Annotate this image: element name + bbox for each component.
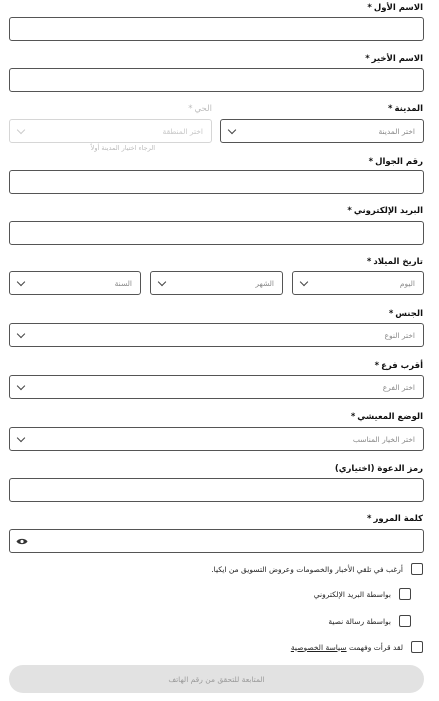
district-placeholder: اختر المنطقة bbox=[162, 127, 203, 136]
chevron-down-icon bbox=[16, 277, 26, 287]
birth-month-placeholder: الشهر bbox=[255, 279, 274, 288]
by-sms-row[interactable]: بواسطة رسالة نصية bbox=[328, 614, 411, 628]
chevron-down-icon bbox=[16, 433, 26, 443]
privacy-checkbox[interactable] bbox=[411, 641, 423, 653]
gender-placeholder: اختر النوع bbox=[384, 331, 416, 340]
living-select[interactable]: اختر الخيار المناسب bbox=[9, 427, 424, 451]
last-name-input[interactable] bbox=[9, 68, 424, 92]
district-hint: الرجاء اختيار المدينة أولاً bbox=[90, 144, 155, 152]
chevron-down-icon bbox=[227, 125, 237, 135]
district-select[interactable]: اختر المنطقة bbox=[9, 119, 212, 143]
living-placeholder: اختر الخيار المناسب bbox=[352, 435, 415, 444]
chevron-down-icon bbox=[157, 277, 167, 287]
city-placeholder: اختر المدينة bbox=[378, 127, 415, 136]
news-opt-in-label: أرغب في تلقي الأخبار والخصومات وعروض الت… bbox=[211, 564, 403, 574]
birth-year-placeholder: السنة bbox=[114, 279, 132, 288]
chevron-down-icon bbox=[16, 381, 26, 391]
by-email-label: بواسطة البريد الإلكتروني bbox=[313, 589, 391, 599]
birthdate-label: تاريخ الميلاد* bbox=[366, 257, 423, 267]
mobile-input[interactable] bbox=[9, 170, 424, 194]
branch-label: أقرب فرع* bbox=[374, 361, 423, 371]
gender-label: الجنس* bbox=[388, 309, 423, 319]
privacy-row[interactable]: لقد قرأت وفهمت سياسة الخصوصية bbox=[291, 640, 423, 654]
living-label: الوضع المعيشي* bbox=[350, 412, 423, 422]
birth-year-select[interactable]: السنة bbox=[9, 271, 141, 295]
birth-day-select[interactable]: اليوم bbox=[292, 271, 424, 295]
email-input[interactable] bbox=[9, 221, 424, 245]
first-name-input[interactable] bbox=[9, 17, 424, 41]
news-opt-in-checkbox[interactable] bbox=[411, 563, 423, 575]
branch-select[interactable]: اختر الفرع bbox=[9, 375, 424, 399]
first-name-label: الاسم الأول* bbox=[367, 3, 423, 13]
birth-month-select[interactable]: الشهر bbox=[150, 271, 283, 295]
news-opt-in-row[interactable]: أرغب في تلقي الأخبار والخصومات وعروض الت… bbox=[211, 562, 423, 576]
password-input[interactable] bbox=[9, 529, 424, 553]
eye-icon[interactable] bbox=[16, 537, 28, 546]
district-label: الحي* bbox=[188, 104, 212, 114]
continue-verify-phone-button[interactable]: المتابعة للتحقق من رقم الهاتف bbox=[9, 665, 424, 693]
last-name-label: الاسم الأخير* bbox=[365, 54, 423, 64]
gender-select[interactable]: اختر النوع bbox=[9, 323, 424, 347]
birth-day-placeholder: اليوم bbox=[399, 279, 415, 288]
chevron-down-icon bbox=[16, 329, 26, 339]
invite-label: رمز الدعوة (اختياري) bbox=[334, 464, 423, 474]
mobile-label: رقم الجوال* bbox=[368, 157, 423, 167]
chevron-down-icon bbox=[16, 125, 26, 135]
city-select[interactable]: اختر المدينة bbox=[220, 119, 424, 143]
by-sms-checkbox[interactable] bbox=[399, 615, 411, 627]
password-label: كلمة المرور* bbox=[367, 514, 423, 524]
by-sms-label: بواسطة رسالة نصية bbox=[328, 616, 391, 626]
chevron-down-icon bbox=[299, 277, 309, 287]
branch-placeholder: اختر الفرع bbox=[382, 383, 415, 392]
city-label: المدينة* bbox=[388, 104, 423, 114]
invite-code-input[interactable] bbox=[9, 478, 424, 502]
privacy-policy-link[interactable]: سياسة الخصوصية bbox=[291, 643, 347, 652]
by-email-checkbox[interactable] bbox=[399, 588, 411, 600]
by-email-row[interactable]: بواسطة البريد الإلكتروني bbox=[314, 587, 411, 601]
email-label: البريد الإلكتروني* bbox=[347, 206, 423, 216]
privacy-label: لقد قرأت وفهمت سياسة الخصوصية bbox=[290, 642, 403, 652]
